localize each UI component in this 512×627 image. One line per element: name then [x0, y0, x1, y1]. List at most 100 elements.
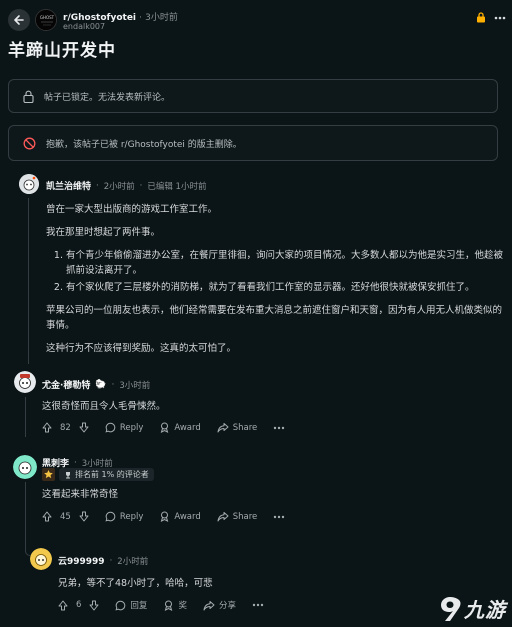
reply-button[interactable]: Reply [105, 422, 144, 433]
separator-dot: · [109, 555, 113, 566]
comment-actions: 45 Reply Award Share [42, 511, 301, 522]
removed-notice: 抱歉，该帖子已被 r/Ghostofyotei 的版主删除。 [8, 125, 498, 161]
award-icon [161, 422, 169, 433]
more-button[interactable] [273, 515, 285, 519]
comment-paragraph: 曾在一家大型出版商的游戏工作室工作。 [46, 204, 218, 215]
more-options-icon [274, 515, 285, 518]
vote-group: 45 [42, 511, 89, 522]
vote-count: 6 [76, 600, 82, 610]
comment-paragraph: 苹果公司的一位朋友也表示，他们经常需要在发布重大消息之前遮住窗户和天窗，因为有人… [46, 305, 503, 331]
comment-username[interactable]: 云999999 [58, 554, 105, 567]
header-actions [476, 12, 506, 23]
arrow-left-icon [14, 15, 24, 25]
share-button[interactable]: Share [217, 422, 258, 433]
separator-dot: · [96, 180, 99, 191]
comment-header: 凯兰治维特 · 2小时前 · 已编辑 1小时前 [46, 179, 207, 193]
award-label: Award [174, 422, 201, 433]
upvote-icon[interactable] [42, 511, 52, 522]
share-button[interactable]: Share [217, 511, 258, 522]
separator-dot: · [139, 13, 143, 23]
comment-header: 云999999 · 2小时前 [58, 554, 149, 568]
reply-button[interactable]: Reply [105, 511, 143, 522]
share-icon [217, 512, 229, 522]
subreddit-avatar-text: GHOST [40, 15, 55, 20]
separator-dot: · [111, 379, 115, 390]
comment-time: 2小时前 [117, 556, 149, 567]
upvote-icon[interactable] [42, 422, 52, 433]
award-icon [161, 511, 169, 522]
user-flair: 排名前 1% 的评论者 [42, 468, 154, 481]
share-button[interactable]: 分享 [203, 599, 236, 611]
comment-body: 曾在一家大型出版商的游戏工作室工作。 我在那里时想起了两件事。 有个青少年偷偷溜… [46, 202, 504, 356]
comment-list: 有个青少年偷偷溜进办公室，在餐厅里徘徊，询问大家的项目情况。大多数人都以为他是实… [46, 248, 504, 295]
comment-time: 3小时前 [81, 458, 113, 469]
comment-time: 3小时前 [119, 380, 151, 391]
vote-count: 82 [60, 422, 71, 433]
lock-outline-icon [23, 90, 34, 103]
more-button[interactable] [252, 603, 264, 607]
locked-notice: 帖子已锁定。无法发表新评论。 [8, 79, 498, 113]
comment-edited: 已编辑 1小时前 [147, 181, 207, 192]
flair-text: 排名前 1% 的评论者 [75, 470, 149, 479]
comment-bubble-icon [115, 600, 126, 611]
reply-connector [25, 524, 30, 556]
award-button[interactable]: Award [159, 422, 201, 433]
comment-body: 这很奇怪而且令人毛骨悚然。 [42, 401, 166, 412]
share-icon [217, 423, 229, 433]
vote-count: 45 [60, 511, 71, 522]
list-item: 有个家伙爬了三层楼外的消防梯，就为了看看我们工作室的显示器。还好他很快就被保安抓… [66, 280, 504, 295]
post-header: GHOST r/Ghostofyotei · 3小时前 endalk007 [0, 0, 512, 36]
comment-actions: 6 回复 奖 分享 [58, 599, 280, 611]
separator-dot: · [139, 180, 143, 191]
comment-header: 尤金·穆勒特 🐑 · 3小时前 [42, 378, 151, 392]
more-button[interactable] [273, 426, 285, 430]
downvote-icon[interactable] [79, 422, 89, 433]
post-author[interactable]: endalk007 [63, 22, 105, 31]
vote-group: 82 [42, 422, 89, 433]
reply-label: 回复 [130, 601, 148, 611]
back-button[interactable] [8, 9, 30, 31]
award-badge-icon [42, 468, 55, 481]
thread-line[interactable] [28, 198, 29, 364]
share-label: Share [232, 511, 258, 522]
comment-bubble-icon [105, 422, 116, 433]
watermark: 九游 [436, 594, 506, 623]
avatar[interactable] [13, 455, 37, 479]
vote-group: 6 [58, 600, 99, 611]
avatar[interactable] [14, 371, 36, 393]
prohibited-icon [23, 137, 36, 149]
reply-label: Reply [119, 422, 144, 433]
upvote-icon[interactable] [58, 600, 68, 611]
more-options-icon [274, 426, 285, 429]
flair-badge: 排名前 1% 的评论者 [59, 468, 154, 481]
reply-button[interactable]: 回复 [115, 599, 147, 611]
comment-time: 2小时前 [103, 181, 135, 192]
share-label: Share [232, 422, 258, 433]
separator-dot: · [74, 457, 77, 468]
removed-notice-text: 抱歉，该帖子已被 r/Ghostofyotei 的版主删除。 [46, 139, 242, 150]
comment-actions: 82 Reply Award Share [42, 422, 301, 433]
comment-username[interactable]: 尤金·穆勒特 [42, 378, 90, 391]
award-button[interactable]: 奖 [163, 599, 187, 611]
share-icon [203, 600, 215, 610]
thread-line[interactable] [25, 397, 26, 437]
avatar[interactable] [19, 174, 39, 194]
downvote-icon[interactable] [79, 511, 89, 522]
thread-line[interactable] [25, 482, 26, 524]
avatar[interactable] [30, 548, 52, 570]
comment-username[interactable]: 凯兰治维特 [46, 179, 91, 192]
locked-notice-text: 帖子已锁定。无法发表新评论。 [44, 92, 171, 103]
watermark-text: 九游 [464, 598, 506, 622]
award-label: Award [174, 511, 201, 522]
comment-body: 这看起来非常奇怪 [42, 489, 119, 500]
downvote-icon[interactable] [89, 600, 99, 611]
more-options-icon[interactable] [494, 16, 506, 20]
post-title: 羊蹄山开发中 [8, 41, 116, 61]
nine-game-logo-icon [441, 596, 461, 621]
comment-body: 兄弟，等不了48小时了，哈哈，可悲 [58, 578, 213, 589]
subreddit-avatar[interactable]: GHOST [35, 9, 57, 31]
list-item: 有个青少年偷偷溜进办公室，在餐厅里徘徊，询问大家的项目情况。大多数人都以为他是实… [66, 248, 504, 278]
award-button[interactable]: Award [159, 511, 201, 522]
award-icon [165, 600, 173, 611]
lock-icon [477, 12, 485, 23]
